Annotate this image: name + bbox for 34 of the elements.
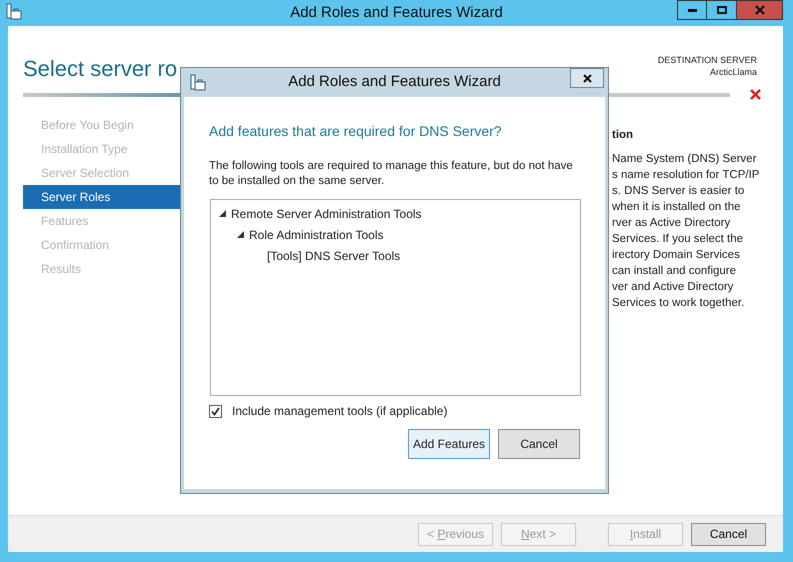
tree-item[interactable]: Role Administration Tools [249, 226, 384, 244]
step-item[interactable]: Server Roles [23, 185, 180, 209]
step-item[interactable]: Before You Begin [23, 113, 180, 137]
dialog-button[interactable]: Cancel [498, 429, 580, 459]
destination-server: ArcticLlama [710, 66, 757, 78]
close-button[interactable] [570, 68, 604, 88]
checkbox[interactable] [209, 404, 222, 418]
page-title: Select server ro [23, 55, 178, 80]
close-icon [582, 74, 592, 82]
server-manager-icon [189, 74, 207, 92]
dialog-title: Add Roles and Features Wizard [288, 72, 501, 92]
step-item[interactable]: Installation Type [23, 137, 180, 161]
maximize-button[interactable] [707, 0, 737, 20]
expanded-triangle-icon[interactable] [236, 231, 244, 238]
tree-item[interactable]: [Tools] DNS Server Tools [267, 246, 400, 264]
step-item[interactable]: Features [23, 209, 180, 233]
dialog-button[interactable]: Add Features [408, 429, 490, 459]
step-item[interactable]: Results [23, 257, 180, 281]
description-heading: tion [612, 128, 634, 143]
description-text: Name System (DNS) Server s name resolution for TCP/IP s. DNS Server is easier to when it is installed on the rver as Active Directory Services. If you select the irectory Domain Services can install and configure ver and Active Directory Services to work together. [612, 152, 760, 311]
window-title: Add Roles and Features Wizard [290, 2, 503, 23]
dialog-description: The following tools are required to manage this feature, but do not have to be installed on the same server. [209, 159, 574, 189]
dialog-heading: Add features that are required for DNS Server? [209, 122, 503, 141]
close-icon [754, 5, 764, 15]
checkbox-label: Include management tools (if applicable) [232, 403, 448, 420]
destination-label: DESTINATION SERVER [658, 54, 757, 66]
server-manager-icon [5, 3, 23, 21]
expanded-triangle-icon[interactable] [218, 210, 226, 217]
step-item[interactable]: Server Selection [23, 161, 180, 185]
minimize-button[interactable] [677, 0, 707, 20]
error-x-icon [750, 89, 761, 100]
step-item[interactable]: Confirmation [23, 233, 180, 257]
tree-item[interactable]: Remote Server Administration Tools [231, 204, 422, 222]
footer-button[interactable]: Cancel [691, 522, 766, 546]
